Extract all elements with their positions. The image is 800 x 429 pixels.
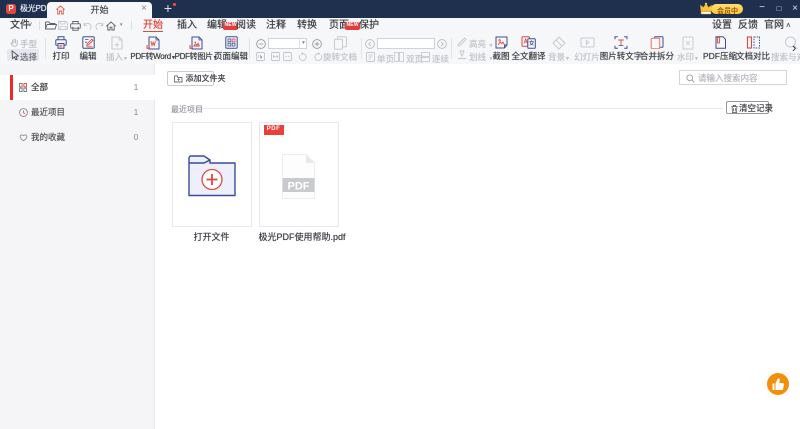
svg-text:PDF: PDF	[287, 180, 309, 192]
